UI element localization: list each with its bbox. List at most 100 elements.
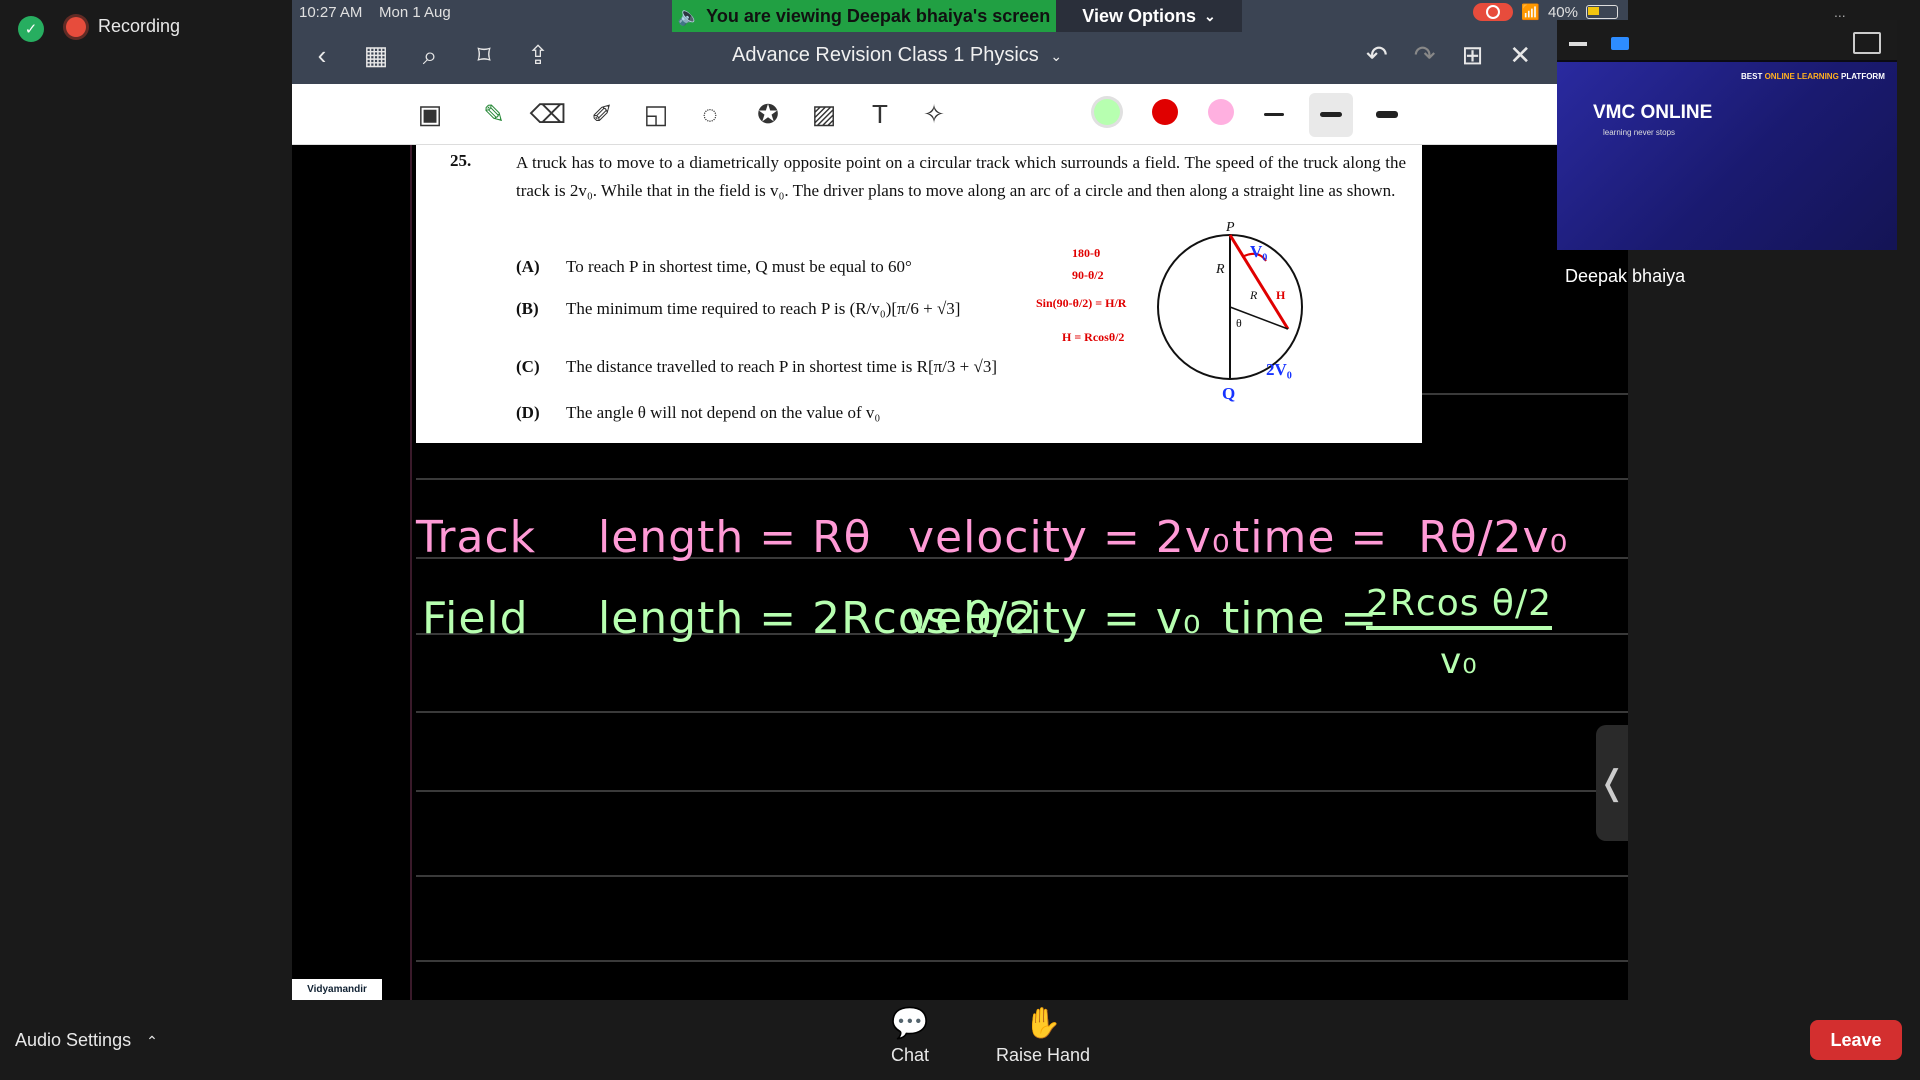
v0-label: V₀ [1250,242,1267,261]
hw-field-label: Field [422,593,529,644]
wifi-icon: 📶 [1521,4,1540,21]
raise-hand-label: Raise Hand [995,1045,1091,1065]
ipad-nav-right: ↶ ↷ ⊞ ✕ [1366,40,1531,71]
color-red-swatch[interactable] [1152,99,1178,125]
margin-line [410,145,412,1000]
bookmark-icon[interactable]: ⌑ [470,40,498,72]
chat-button[interactable]: 💬 Chat [880,1006,940,1066]
pen-toolbar: ▣ ✎ ⌫ ✐ ◱ ◌ ✪ ▨ T ✧ [292,84,1628,145]
screen-record-icon [1473,3,1514,21]
option-text: The angle θ will not depend on the value… [566,403,881,422]
ipad-nav-left: ‹ ▦ ⌕ ⌑ ⇪ [308,40,552,72]
notebook-canvas[interactable]: 25. A truck has to move to a diametrical… [292,145,1628,1000]
ipad-header: 10:27 AM Mon 1 Aug 📶 40% 🔈 You are viewi… [292,0,1628,84]
pen-icon[interactable]: ✎ [474,94,514,134]
chevron-up-icon: ⌃ [146,1033,158,1049]
more-options-icon[interactable]: ... [1834,4,1846,20]
option-label: (B) [516,299,539,318]
undo-icon[interactable]: ↶ [1366,40,1388,71]
security-shield-icon[interactable]: ✓ [18,16,44,42]
grid-icon[interactable]: ▦ [362,40,390,72]
viewing-text: You are viewing Deepak bhaiya's screen [706,5,1051,26]
option-b: (B) The minimum time required to reach P… [516,299,960,319]
sticker-icon[interactable]: ✪ [748,94,788,134]
page-view-icon[interactable]: ▣ [410,94,450,134]
ruled-line [416,790,1628,792]
eraser-icon[interactable]: ⌫ [528,94,568,134]
laser-pointer-icon[interactable]: ✧ [914,94,954,134]
image-icon[interactable]: ▨ [804,94,844,134]
color-green-swatch[interactable] [1094,99,1120,125]
view-options-button[interactable]: View Options ⌄ [1056,0,1242,32]
recording-indicator[interactable]: Recording [66,16,180,37]
text-icon[interactable]: T [860,94,900,134]
participant-name: Deepak bhaiya [1565,266,1686,286]
color-pink-swatch[interactable] [1208,99,1234,125]
vmc-tagline: learning never stops [1603,128,1676,137]
raise-hand-button[interactable]: ✋ Raise Hand [983,1006,1103,1066]
participant-video-tile[interactable]: BEST ONLINE LEARNING PLATFORM VMC ONLINE… [1557,20,1897,286]
vmc-logo: VMC ONLINE [1593,102,1713,123]
sidebar-toggle-handle[interactable]: ❬ [1596,725,1628,841]
vidyamandir-logo: Vidyamandir [292,979,382,1000]
close-icon[interactable]: ✕ [1509,40,1531,71]
document-title[interactable]: Advance Revision Class 1 Physics ⌄ [732,44,1062,67]
option-c: (C) The distance travelled to reach P in… [516,357,997,377]
document-title-text: Advance Revision Class 1 Physics [732,44,1039,66]
chat-icon: 💬 [891,1007,929,1040]
hw-track-time: time = Rθ/2v₀ [1232,512,1569,563]
back-icon[interactable]: ‹ [308,40,336,72]
thick-stroke-option[interactable] [1376,111,1398,118]
add-page-icon[interactable]: ⊞ [1462,40,1484,71]
zoom-left-panel: ✓ Recording [0,0,292,1000]
chat-label: Chat [890,1045,930,1065]
leave-button[interactable]: Leave [1810,1020,1902,1060]
option-d: (D) The angle θ will not depend on the v… [516,403,880,423]
r-label-inner: R [1249,288,1258,302]
r-label: R [1215,262,1225,277]
hand-icon: ✋ [1024,1007,1062,1040]
note-line-3: Sin(90-θ/2) = H/R [1036,296,1127,310]
hw-field-velocity: velocity = v₀ [908,593,1202,644]
minimize-icon[interactable] [1569,42,1587,46]
share-icon[interactable]: ⇪ [524,40,552,72]
two-v0-label: 2V₀ [1266,360,1292,379]
note-line-2: 90-θ/2 [1072,268,1104,282]
question-text: A truck has to move to a diametrically o… [516,153,1406,200]
chevron-down-icon: ⌄ [1050,48,1063,64]
hw-field-time-numerator: 2Rcos θ/2 [1366,583,1552,630]
shared-screen: 10:27 AM Mon 1 Aug 📶 40% 🔈 You are viewi… [292,0,1628,1000]
note-line-4: H = Rcosθ/2 [1062,330,1124,344]
speaker-icon: 🔈 [677,5,701,26]
highlighter-icon[interactable]: ✐ [582,94,622,134]
vmc-banner: BEST ONLINE LEARNING PLATFORM [1741,72,1885,81]
ruled-line [416,875,1628,877]
pip-icon[interactable] [1853,32,1881,54]
video-view-icon[interactable] [1611,37,1629,50]
h-label: H [1276,288,1286,302]
p-label: P [1225,220,1235,235]
audio-settings-label: Audio Settings [15,1030,132,1050]
ruled-line [416,711,1628,713]
ruled-line [416,960,1628,962]
audio-settings-button[interactable]: Audio Settings ⌃ [15,1030,158,1051]
status-date: Mon 1 Aug [379,4,451,21]
status-right: 📶 40% [1473,3,1618,21]
option-text: The distance travelled to reach P in sho… [566,357,997,376]
circle-diagram: P R R θ V₀ H 2V₀ Q 180-θ 90-θ/2 Sin(90-θ… [1036,220,1303,403]
note-line-1: 180-θ [1072,246,1100,260]
redo-icon[interactable]: ↷ [1414,40,1436,71]
thin-stroke-option[interactable] [1264,113,1284,116]
hw-field-time-label: time = [1222,593,1379,644]
lasso-icon[interactable]: ◌ [690,94,730,134]
medium-stroke-option[interactable] [1320,112,1342,117]
option-a: (A) To reach P in shortest time, Q must … [516,257,912,277]
theta-label: θ [1236,316,1242,330]
battery-percent: 40% [1547,3,1578,21]
option-text: To reach P in shortest time, Q must be e… [566,257,912,276]
search-icon[interactable]: ⌕ [416,40,444,72]
recording-label: Recording [98,16,181,36]
option-label: (C) [516,357,540,376]
ruled-line [416,478,1628,480]
shapes-icon[interactable]: ◱ [636,94,676,134]
